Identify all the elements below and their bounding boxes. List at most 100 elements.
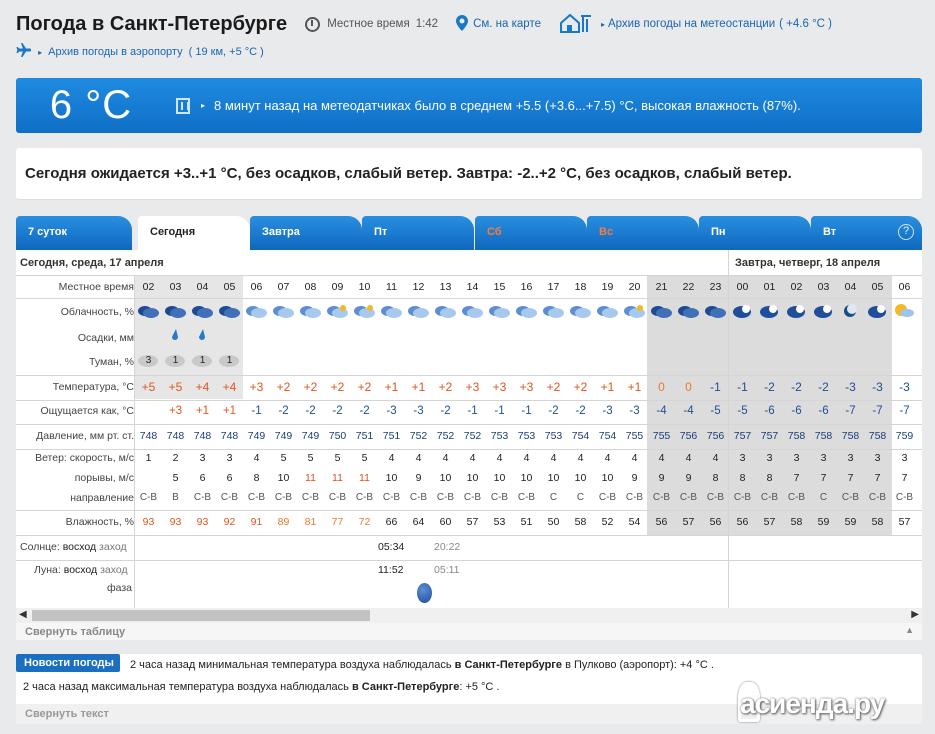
- feels-like-cell: -3: [602, 405, 613, 417]
- cloud-icon: [353, 303, 375, 318]
- gusts-cell: 10: [520, 472, 533, 484]
- humidity-cell: 93: [196, 516, 209, 528]
- tab-5[interactable]: Вс: [587, 216, 699, 250]
- night-cloud-icon: [164, 303, 186, 318]
- collapse-up-icon: ▲: [905, 625, 914, 635]
- moon-set-label: заход: [100, 564, 128, 576]
- scroll-left-arrow-icon[interactable]: ◀: [19, 609, 27, 620]
- wind-speed-cell: 5: [361, 452, 368, 464]
- airport-archive-link[interactable]: Архив погоды в аэропорту: [48, 46, 182, 58]
- gusts-cell: 6: [199, 472, 206, 484]
- scrollbar-thumb[interactable]: [32, 610, 370, 621]
- tab-1[interactable]: Сегодня: [138, 216, 250, 250]
- sunrise-time: 05:34: [378, 541, 405, 553]
- gusts-cell: 8: [766, 472, 773, 484]
- feels-like-cell: -1: [251, 405, 262, 417]
- label-feels-like: Ощущается как, °C: [40, 405, 134, 417]
- map-link[interactable]: См. на карте: [473, 18, 541, 30]
- moon-rise-label: восход: [63, 564, 98, 576]
- humidity-cell: 56: [655, 516, 668, 528]
- gusts-cell: 8: [739, 472, 746, 484]
- day-header-tomorrow: Завтра, четверг, 18 апреля: [735, 257, 881, 269]
- airport-archive-info[interactable]: ( 19 км, +5 °C ): [189, 46, 264, 58]
- wind-speed-cell: 1: [145, 452, 152, 464]
- temperature-cell: +1: [600, 380, 615, 394]
- humidity-cell: 92: [223, 516, 236, 528]
- humidity-cell: 57: [682, 516, 695, 528]
- gusts-cell: 10: [466, 472, 479, 484]
- night-cloud-icon: [650, 303, 672, 318]
- humidity-cell: 93: [142, 516, 155, 528]
- cloud-icon: [542, 303, 564, 318]
- wind-speed-cell: 3: [793, 452, 800, 464]
- label-cloudiness: Облачность, %: [60, 306, 134, 318]
- hour-cell: 12: [412, 281, 425, 293]
- pressure-cell: 748: [139, 430, 158, 442]
- scroll-right-arrow-icon[interactable]: ▶: [911, 609, 919, 620]
- hour-cell: 02: [790, 281, 803, 293]
- temperature-cell: +2: [276, 380, 291, 394]
- wind-speed-cell: 2: [172, 452, 179, 464]
- hour-cell: 06: [898, 281, 911, 293]
- night-cloud-icon: [218, 303, 240, 318]
- pressure-cell: 749: [301, 430, 320, 442]
- gusts-cell: 11: [359, 472, 370, 484]
- pressure-cell: 756: [706, 430, 725, 442]
- row-divider: [16, 400, 922, 401]
- wind-direction-cell: С-В: [220, 492, 239, 503]
- wind-speed-cell: 3: [739, 452, 746, 464]
- cloud-icon: [623, 303, 645, 318]
- humidity-cell: 52: [601, 516, 614, 528]
- wind-speed-cell: 4: [523, 452, 530, 464]
- tab-0[interactable]: 7 суток: [16, 216, 132, 250]
- humidity-cell: 91: [250, 516, 263, 528]
- row-divider: [16, 298, 922, 299]
- temperature-cell: +1: [411, 380, 426, 394]
- hour-cell: 07: [277, 281, 290, 293]
- help-icon[interactable]: ?: [898, 224, 914, 240]
- temperature-cell: -1: [710, 380, 721, 394]
- temperature-cell: 0: [685, 380, 692, 394]
- temperature-cell: -2: [818, 380, 829, 394]
- sunset-time: 20:22: [434, 541, 461, 553]
- temperature-cell: +2: [573, 380, 588, 394]
- night-cloud-icon: [731, 303, 753, 318]
- label-direction: направление: [70, 492, 134, 504]
- feels-like-cell: -6: [764, 405, 775, 417]
- wind-direction-cell: С-В: [139, 492, 158, 503]
- cloud-icon: [893, 303, 915, 317]
- moonset-time: 05:11: [434, 564, 460, 576]
- night-cloud-icon: [839, 303, 861, 317]
- station-archive-temp[interactable]: ( +4.6 °C ): [779, 18, 832, 30]
- tab-6[interactable]: Пн: [699, 216, 811, 250]
- feels-like-cell: -1: [467, 405, 478, 417]
- label-temperature: Температура, °C: [52, 381, 134, 393]
- row-divider: [16, 375, 922, 376]
- pressure-cell: 757: [760, 430, 779, 442]
- feels-like-cell: -7: [872, 405, 883, 417]
- pressure-cell: 758: [787, 430, 806, 442]
- local-time: 1:42: [415, 18, 439, 30]
- temperature-cell: -3: [899, 380, 910, 394]
- wind-direction-cell: С-В: [409, 492, 428, 503]
- feels-like-cell: -3: [386, 405, 397, 417]
- feels-like-cell: -2: [305, 405, 316, 417]
- horizontal-scrollbar[interactable]: ◀ ▶: [16, 608, 922, 623]
- triangle-icon: ▸: [600, 19, 605, 29]
- hour-cell: 06: [250, 281, 263, 293]
- collapse-table-button[interactable]: Свернуть таблицу ▲: [16, 623, 922, 640]
- temperature-cell: +2: [546, 380, 561, 394]
- moon-label: Луна:: [34, 564, 61, 576]
- label-pressure: Давление, мм рт. ст.: [36, 430, 134, 442]
- tab-2[interactable]: Завтра: [250, 216, 362, 250]
- humidity-cell: 60: [439, 516, 452, 528]
- news-badge: Новости погоды: [16, 654, 120, 672]
- pressure-cell: 749: [247, 430, 266, 442]
- tab-4[interactable]: Сб: [475, 216, 587, 250]
- tab-3[interactable]: Пт: [362, 216, 474, 250]
- temperature-cell: +3: [519, 380, 534, 394]
- gusts-cell: 7: [793, 472, 800, 484]
- triangle-icon: ▸: [38, 48, 43, 57]
- feels-like-cell: -2: [440, 405, 451, 417]
- station-archive-link[interactable]: Архив погоды на метеостанции: [608, 18, 775, 30]
